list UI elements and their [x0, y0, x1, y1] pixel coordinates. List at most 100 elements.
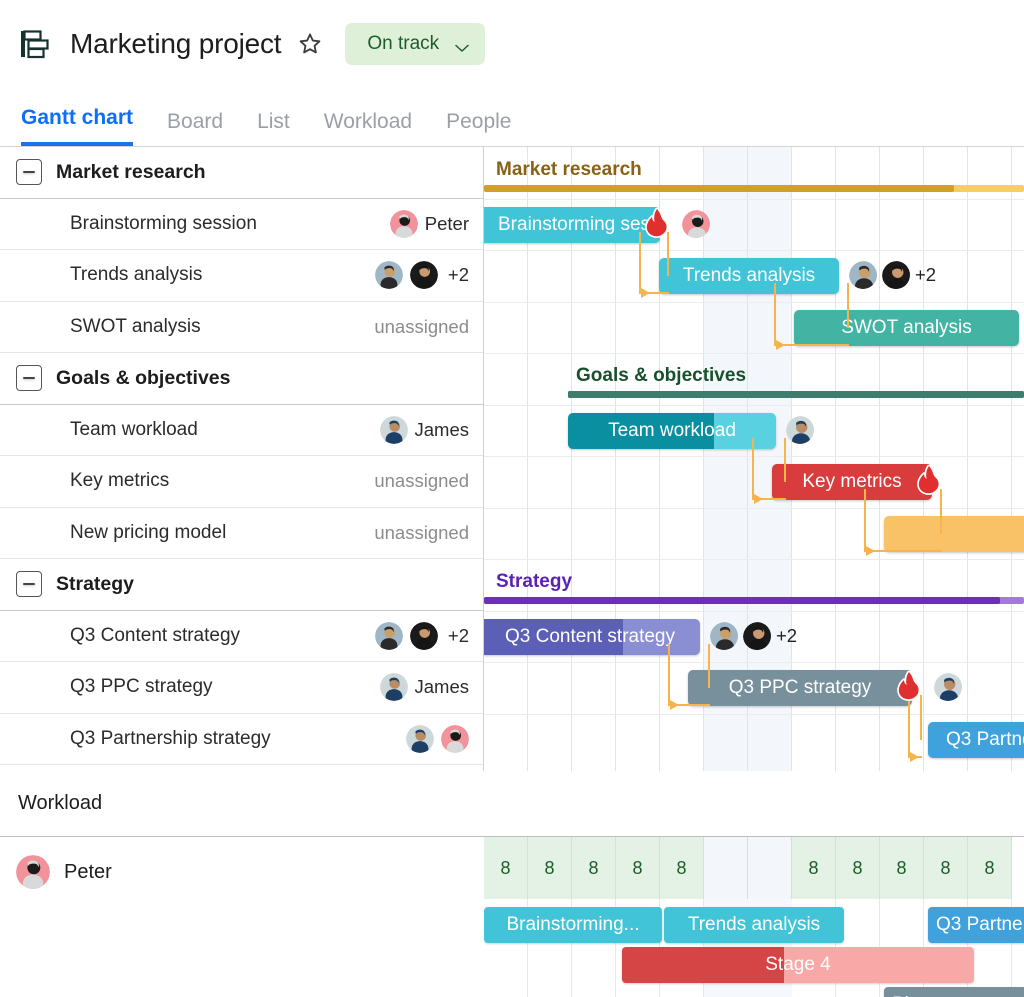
gantt-group-summary-bar[interactable] [484, 597, 1024, 604]
minus-box-icon[interactable] [16, 159, 42, 185]
task-row[interactable]: Team workloadJames [0, 405, 483, 457]
gantt-task-bar[interactable]: Q3 Partne [928, 722, 1024, 758]
avatar [882, 261, 910, 289]
workload-capacity-cell: 8 [880, 837, 924, 899]
gantt-group-progress-fill [484, 185, 954, 192]
workload-timeline[interactable]: 8888888888Brainstorming...Trends analysi… [484, 837, 1024, 997]
workload-capacity-cell: 8 [660, 837, 704, 899]
gantt-grid-column [968, 147, 1012, 771]
task-row[interactable]: Key metricsunassigned [0, 456, 483, 508]
avatar [743, 622, 771, 650]
assignee-unassigned-label: unassigned [374, 522, 469, 544]
task-row[interactable]: New pricing model unassigned [0, 508, 483, 560]
workload-task-bar[interactable]: Brainstorming... [484, 907, 662, 943]
gantt-task-bar-label: Q3 Partne [936, 729, 1024, 751]
gantt-row-separator [484, 508, 1024, 509]
gantt-bar-assignees[interactable]: +2 [710, 622, 797, 650]
assignee-name: James [415, 676, 470, 698]
project-stack-icon [18, 27, 52, 61]
tab-list[interactable]: List [257, 110, 290, 146]
task-assignee[interactable]: James [380, 673, 470, 701]
task-assignee[interactable]: Peter [390, 210, 469, 238]
star-outline-icon[interactable] [295, 29, 325, 59]
task-name: New pricing model [70, 522, 226, 544]
avatar [786, 416, 814, 444]
workload-task-bar[interactable]: Q3 Partne [928, 907, 1024, 943]
gantt-bar-assignees[interactable] [786, 416, 814, 444]
avatar [710, 622, 738, 650]
task-row[interactable]: Trends analysis +2 [0, 250, 483, 302]
tab-board[interactable]: Board [167, 110, 223, 146]
task-assignee[interactable]: unassigned [374, 470, 469, 492]
task-row[interactable]: Q3 Content strategy +2 [0, 611, 483, 663]
tab-people[interactable]: People [446, 110, 511, 146]
gantt-task-bar[interactable]: Trends analysis [659, 258, 839, 294]
task-assignee[interactable] [406, 725, 469, 753]
tab-workload[interactable]: Workload [324, 110, 412, 146]
task-group-label: Goals & objectives [56, 367, 230, 390]
gantt-row-separator [484, 714, 1024, 715]
gantt-task-bar[interactable]: SWOT analysis [794, 310, 1019, 346]
avatar [380, 416, 408, 444]
task-assignee[interactable]: unassigned [374, 316, 469, 338]
workload-capacity-cell: 8 [924, 837, 968, 899]
avatar [16, 855, 50, 889]
workload-task-bar[interactable]: Stage 4 [622, 947, 974, 983]
task-name: Brainstorming session [70, 213, 257, 235]
gantt-task-bar[interactable] [884, 516, 1024, 552]
task-group-row[interactable]: Market research [0, 147, 483, 199]
task-row[interactable]: Q3 PPC strategyJames [0, 662, 483, 714]
gantt-group-summary-bar[interactable] [568, 391, 1024, 398]
gantt-row-separator [484, 559, 1024, 560]
avatar [410, 261, 438, 289]
gantt-task-bar-label: Trends analysis [673, 265, 825, 287]
task-name: Q3 Content strategy [70, 625, 240, 647]
gantt-group-summary-bar[interactable] [484, 185, 1024, 192]
avatar [441, 725, 469, 753]
workload-task-bar[interactable]: Trends analysis [664, 907, 844, 943]
gantt-task-bar[interactable]: Q3 PPC strategy [688, 670, 912, 706]
task-assignee[interactable]: +2 [375, 622, 469, 650]
app-header: Marketing project On track [0, 0, 1024, 88]
tab-gantt-chart[interactable]: Gantt chart [21, 106, 133, 146]
gantt-task-bar[interactable]: Key metrics [772, 464, 932, 500]
task-group-label: Strategy [56, 573, 134, 596]
workload-capacity-cell-off [748, 837, 792, 899]
avatar [390, 210, 418, 238]
workload-task-bar[interactable]: Plan [884, 987, 1024, 997]
task-row[interactable]: SWOT analysisunassigned [0, 302, 483, 354]
workload-person[interactable]: Peter [0, 837, 484, 997]
workload-task-bar-label: Q3 Partne [928, 914, 1024, 936]
assignee-overflow-count: +2 [448, 625, 469, 647]
task-name: Trends analysis [70, 264, 202, 286]
avatar [380, 673, 408, 701]
chevron-down-icon [455, 40, 469, 49]
task-group-row[interactable]: Strategy [0, 559, 483, 611]
workload-capacity-cell: 8 [968, 837, 1012, 899]
task-assignee[interactable]: unassigned [374, 522, 469, 544]
workload-capacity-cell-off [704, 837, 748, 899]
task-row[interactable]: Brainstorming session Peter [0, 199, 483, 251]
avatar [375, 622, 403, 650]
gantt-row-separator [484, 405, 1024, 406]
avatar [406, 725, 434, 753]
gantt-task-bar-label: Q3 PPC strategy [719, 677, 882, 699]
workload-capacity-cell: 8 [836, 837, 880, 899]
assignee-name: James [415, 419, 470, 441]
task-group-row[interactable]: Goals & objectives [0, 353, 483, 405]
gantt-group-label: Goals & objectives [576, 365, 746, 387]
minus-box-icon[interactable] [16, 365, 42, 391]
gantt-row-separator [484, 353, 1024, 354]
gantt-bar-assignees[interactable] [682, 210, 710, 238]
task-assignee[interactable]: James [380, 416, 470, 444]
gantt-bar-assignees[interactable] [934, 673, 962, 701]
gantt-bar-assignees[interactable]: +2 [849, 261, 936, 289]
task-assignee[interactable]: +2 [375, 261, 469, 289]
gantt-task-bar[interactable]: Brainstorming ses [484, 207, 660, 243]
status-badge[interactable]: On track [345, 23, 485, 65]
minus-box-icon[interactable] [16, 571, 42, 597]
gantt-task-bar[interactable]: Team workload [568, 413, 776, 449]
gantt-chart-pane[interactable]: Market researchGoals & objectivesStrateg… [484, 147, 1024, 771]
workload-capacity-cell: 8 [528, 837, 572, 899]
task-row[interactable]: Q3 Partnership strategy [0, 714, 483, 766]
